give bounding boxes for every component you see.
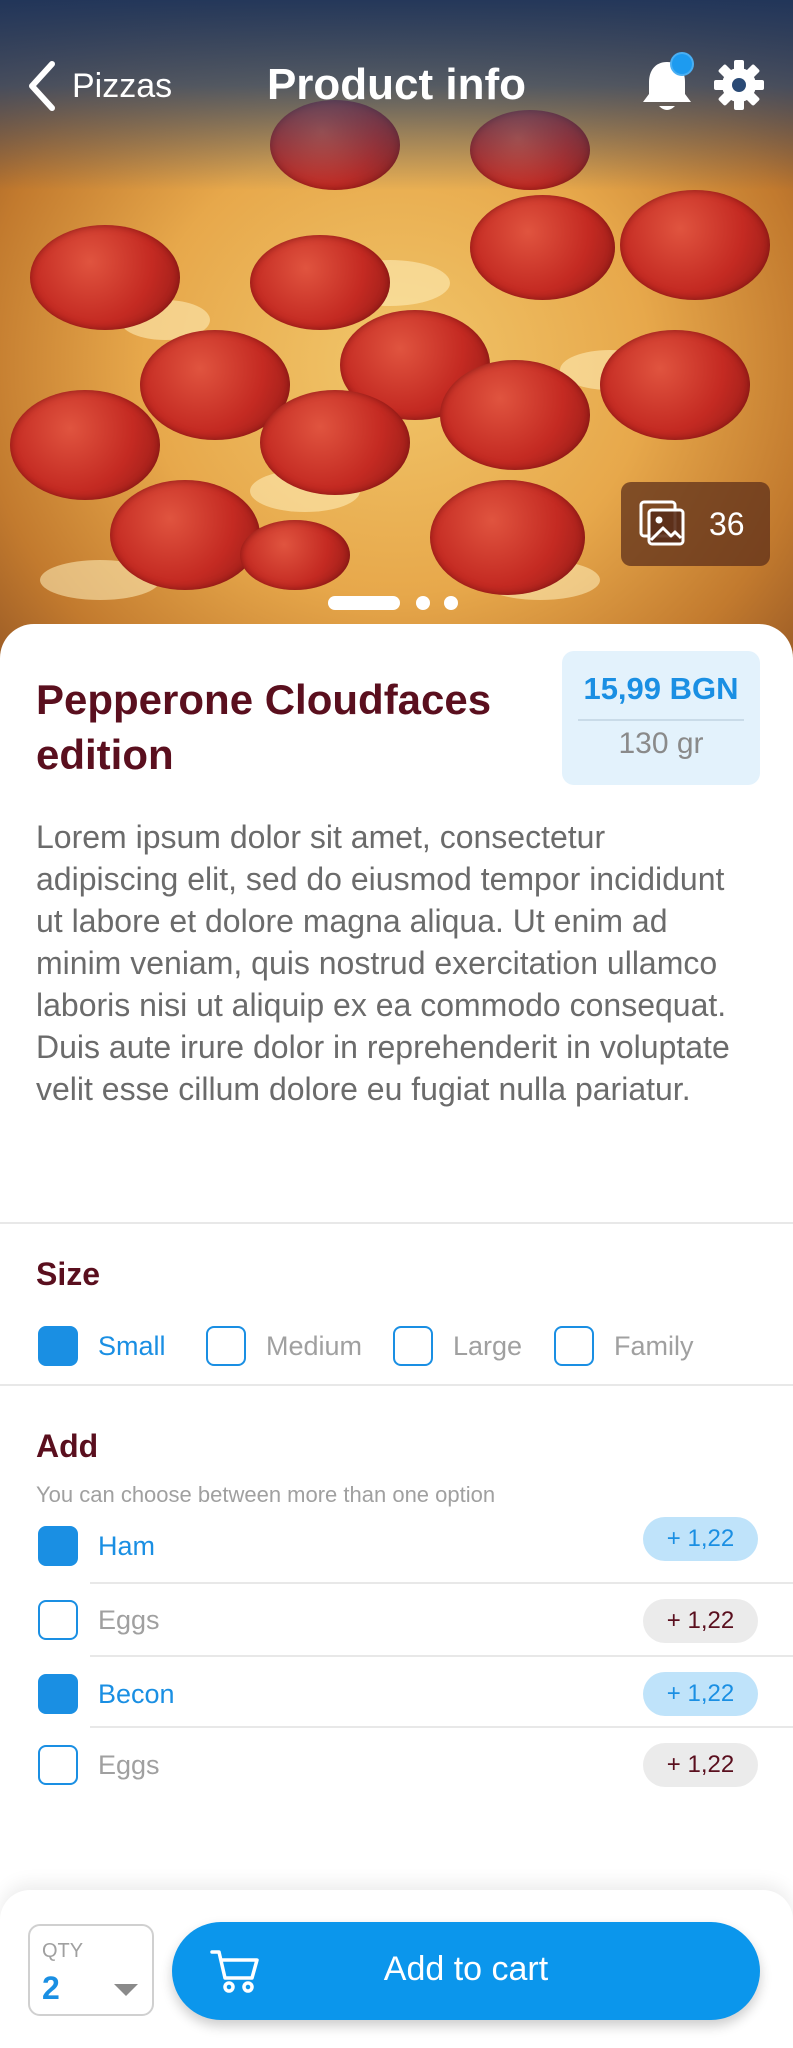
size-option-medium[interactable]: Medium <box>206 1326 362 1366</box>
row-divider <box>90 1726 793 1728</box>
addon-option-eggs-2[interactable]: Eggs <box>38 1745 160 1785</box>
size-option-small[interactable]: Small <box>38 1326 166 1366</box>
add-to-cart-label: Add to cart <box>383 1950 549 1988</box>
addon-label: Eggs <box>98 1604 160 1635</box>
addon-option-becon[interactable]: Becon <box>38 1674 175 1714</box>
checkbox[interactable] <box>38 1526 78 1566</box>
size-option-label: Family <box>614 1330 694 1361</box>
add-section-hint: You can choose between more than one opt… <box>36 1482 496 1507</box>
size-section-title: Size <box>36 1256 101 1292</box>
carousel-dot[interactable] <box>416 596 430 610</box>
addon-price-badge: + 1,22 <box>643 1743 758 1787</box>
carousel-dot[interactable] <box>444 596 458 610</box>
addon-price-badge: + 1,22 <box>643 1599 758 1643</box>
divider <box>0 1222 793 1224</box>
gallery-button[interactable]: 36 <box>621 482 770 566</box>
size-option-label: Small <box>98 1330 166 1361</box>
addon-option-eggs[interactable]: Eggs <box>38 1600 160 1640</box>
notification-dot <box>670 52 694 76</box>
checkbox[interactable] <box>206 1326 246 1366</box>
checkbox[interactable] <box>38 1600 78 1640</box>
carousel-dot-active[interactable] <box>328 596 400 610</box>
product-weight: 130 gr <box>618 727 704 760</box>
gear-icon[interactable] <box>714 60 764 110</box>
add-to-cart-button[interactable]: Add to cart <box>172 1922 760 2020</box>
checkbox[interactable] <box>554 1326 594 1366</box>
product-title: Pepperone Cloudfaces edition <box>36 676 492 778</box>
quantity-value: 2 <box>42 1970 60 2006</box>
price-divider <box>578 719 744 721</box>
checkbox[interactable] <box>393 1326 433 1366</box>
product-price: 15,99 BGN <box>583 671 739 706</box>
add-section-title: Add <box>36 1428 99 1464</box>
quantity-selector[interactable]: QTY 2 <box>28 1924 154 2016</box>
caret-down-icon <box>114 1984 138 1996</box>
addon-price-badge: + 1,22 <box>643 1672 758 1716</box>
addon-label: Ham <box>98 1530 156 1561</box>
addon-price-badge: + 1,22 <box>643 1517 758 1561</box>
size-option-family[interactable]: Family <box>554 1326 694 1366</box>
row-divider <box>90 1582 793 1584</box>
quantity-label: QTY <box>42 1940 84 1962</box>
addon-label: Eggs <box>98 1749 160 1780</box>
carousel-indicator <box>0 594 793 610</box>
gallery-count: 36 <box>709 505 745 542</box>
size-option-large[interactable]: Large <box>393 1326 522 1366</box>
size-option-label: Medium <box>266 1330 363 1361</box>
product-description: Lorem ipsum dolor sit amet, consectetur … <box>36 819 730 1107</box>
checkbox[interactable] <box>38 1745 78 1785</box>
checkbox[interactable] <box>38 1326 78 1366</box>
images-icon <box>639 500 685 546</box>
addon-label: Becon <box>98 1678 175 1709</box>
size-option-label: Large <box>453 1330 523 1361</box>
checkbox[interactable] <box>38 1674 78 1714</box>
addon-option-ham[interactable]: Ham <box>38 1526 155 1566</box>
price-box: 15,99 BGN 130 gr <box>562 651 760 785</box>
divider <box>0 1384 793 1386</box>
row-divider <box>90 1655 793 1657</box>
